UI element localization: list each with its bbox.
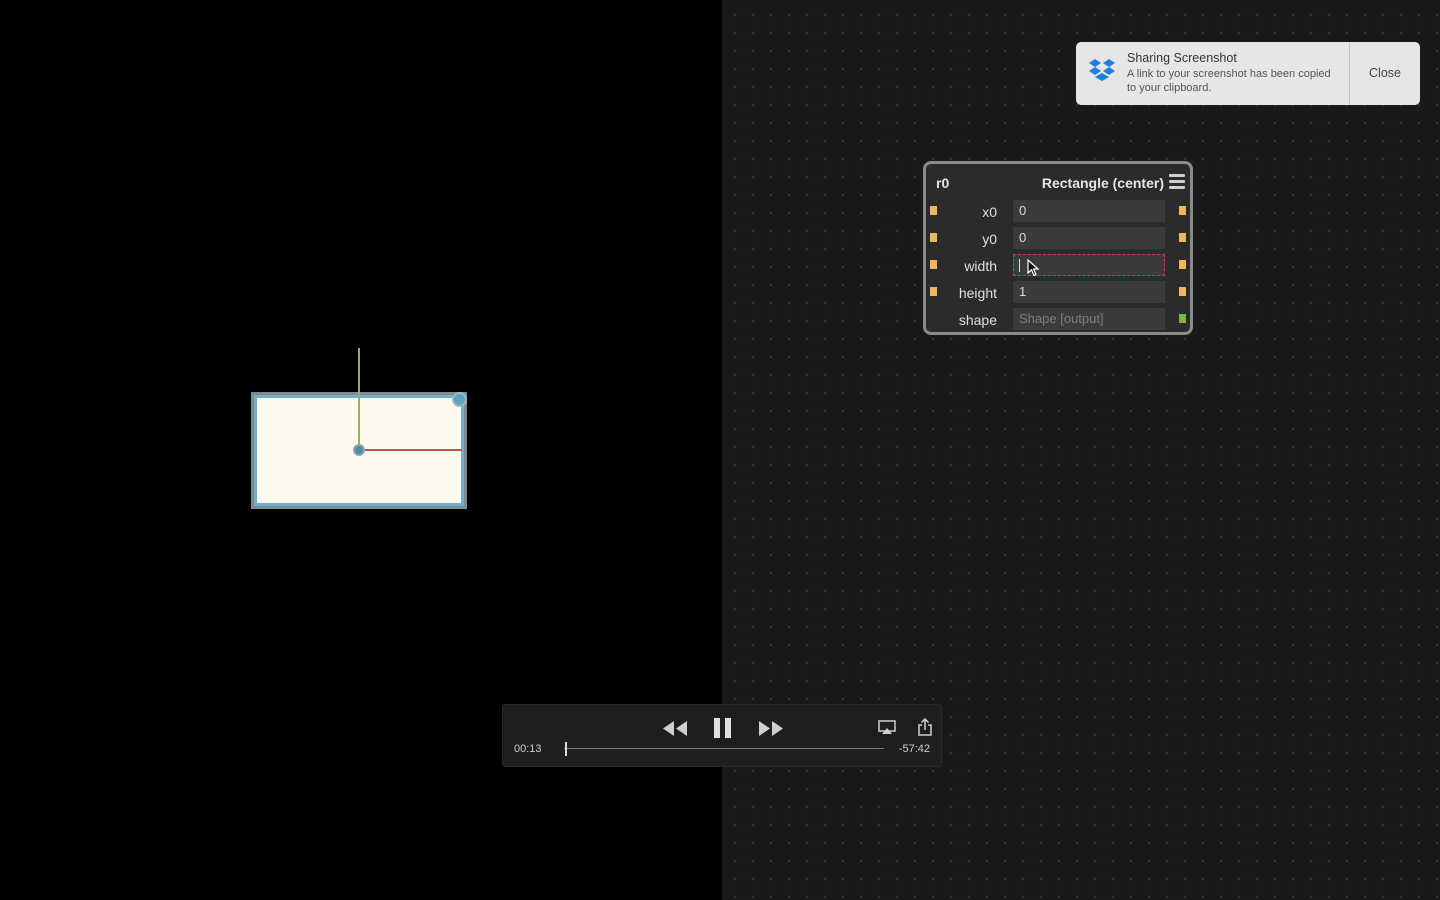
x0-field[interactable]: 0 [1013, 200, 1165, 222]
sharing-toast: Sharing Screenshot A link to your screen… [1076, 42, 1420, 105]
corner-resize-handle[interactable] [452, 392, 467, 407]
y0-field[interactable]: 0 [1013, 227, 1165, 249]
param-label: height [958, 285, 997, 301]
node-header[interactable]: r0 Rectangle (center) [926, 164, 1190, 202]
scrubber-thumb[interactable] [565, 742, 568, 756]
output-port-height[interactable] [1179, 287, 1186, 296]
toast-close-button[interactable]: Close [1350, 42, 1420, 105]
param-row-height: height 1 [926, 280, 1190, 307]
node-type: Rectangle (center) [1041, 175, 1164, 191]
rectangle-node[interactable]: r0 Rectangle (center) x0 0 y0 0 width he… [923, 161, 1193, 335]
input-port-y0[interactable] [930, 233, 937, 242]
toast-body: A link to your screenshot has been copie… [1127, 68, 1331, 94]
output-port-x0[interactable] [1179, 206, 1186, 215]
height-field[interactable]: 1 [1013, 281, 1165, 303]
input-port-width[interactable] [930, 260, 937, 269]
y-axis-guide [358, 348, 360, 450]
param-label: x0 [982, 204, 997, 220]
param-row-width: width [926, 253, 1190, 280]
param-row-shape: shape Shape [output] [926, 307, 1190, 334]
airplay-icon[interactable] [878, 720, 896, 735]
elapsed-time: 00:13 [514, 743, 542, 755]
param-label: y0 [982, 231, 997, 247]
shape-output-field: Shape [output] [1013, 308, 1165, 330]
node-id: r0 [936, 175, 950, 191]
text-caret [1019, 259, 1020, 273]
x-axis-guide [359, 449, 462, 451]
input-port-x0[interactable] [930, 206, 937, 215]
input-port-height[interactable] [930, 287, 937, 296]
scrubber-track[interactable] [564, 748, 884, 749]
output-port-width[interactable] [1179, 260, 1186, 269]
param-label: shape [958, 312, 997, 328]
param-label: width [964, 258, 997, 274]
param-row-y0: y0 0 [926, 226, 1190, 253]
video-player-controls: 00:13 -57:42 [502, 704, 942, 767]
output-port-shape[interactable] [1179, 314, 1186, 323]
pause-icon[interactable] [712, 717, 734, 739]
share-icon[interactable] [917, 718, 933, 736]
mouse-cursor-icon [1027, 259, 1040, 277]
hamburger-menu-icon[interactable] [1169, 174, 1185, 190]
toast-title: Sharing Screenshot [1127, 51, 1237, 65]
dropbox-icon [1089, 59, 1115, 81]
param-row-x0: x0 0 [926, 199, 1190, 226]
fast-forward-icon[interactable] [758, 720, 784, 737]
center-handle[interactable] [353, 444, 365, 456]
remaining-time: -57:42 [898, 743, 930, 755]
output-port-y0[interactable] [1179, 233, 1186, 242]
rewind-icon[interactable] [662, 720, 688, 737]
